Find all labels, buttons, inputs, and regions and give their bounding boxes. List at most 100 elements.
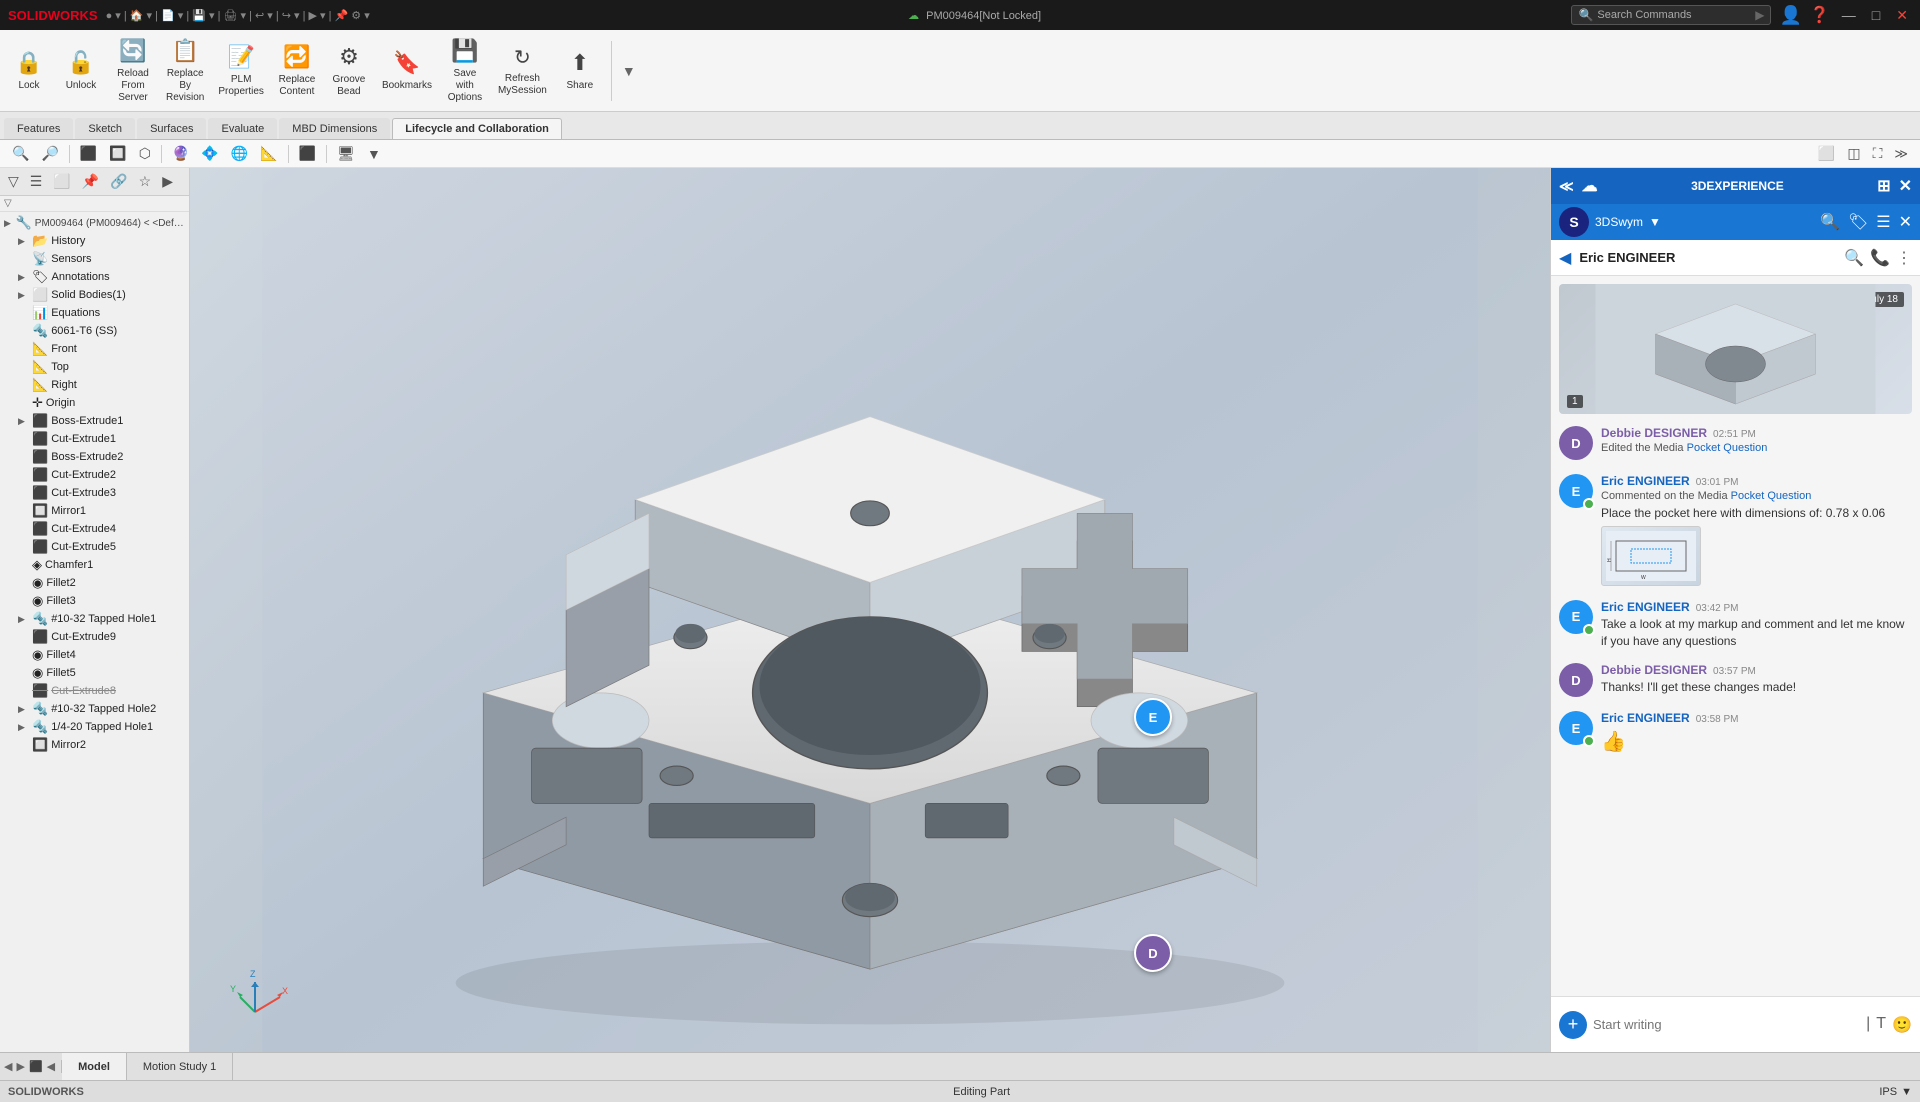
tree-item-chamfer1[interactable]: ◈ Chamfer1 (0, 556, 189, 574)
replace-content-button[interactable]: 🔁 Replace Content (272, 39, 322, 102)
tree-item-solid-bodies[interactable]: ▶ ⬜ Solid Bodies(1) (0, 286, 189, 304)
maximize-button[interactable]: □ (1868, 7, 1884, 23)
tree-item-equations[interactable]: 📊 Equations (0, 304, 189, 322)
bookmarks-button[interactable]: 🔖 Bookmarks (376, 45, 438, 97)
panel-search2-icon[interactable]: 🔍 (1844, 248, 1864, 268)
floating-user-avatar[interactable]: E (1134, 698, 1172, 736)
unlock-button[interactable]: 🔓 Unlock (56, 45, 106, 97)
tree-item-cut-extrude8[interactable]: ⬛ Cut-Extrude8 (0, 682, 189, 700)
panel-close-icon[interactable]: ✕ (1899, 176, 1912, 196)
tree-item-tapped-hole3[interactable]: ▶ 🔩 1/4-20 Tapped Hole1 (0, 718, 189, 736)
tree-root-item[interactable]: ▶ 🔧 PM009464 (PM009464) < <Default_Phot (0, 214, 189, 232)
split-view-horiz-icon[interactable]: ⬜ (1814, 143, 1839, 164)
tree-list-icon[interactable]: ☰ (26, 171, 47, 192)
panel-grid-icon[interactable]: ⊞ (1877, 176, 1890, 196)
tree-expand-icon[interactable]: ▶ (158, 171, 177, 192)
tree-item-mirror1[interactable]: 🔲 Mirror1 (0, 502, 189, 520)
tree-item-origin[interactable]: ✛ Origin (0, 394, 189, 412)
tree-item-boss-extrude2[interactable]: ⬛ Boss-Extrude2 (0, 448, 189, 466)
search-commands-box[interactable]: 🔍 Search Commands ▶ (1571, 5, 1771, 25)
tree-item-mirror2[interactable]: 🔲 Mirror2 (0, 736, 189, 754)
view-dropdown-icon[interactable]: 🖥 (333, 143, 359, 164)
tree-item-fillet5[interactable]: ◉ Fillet5 (0, 664, 189, 682)
panel-close2-icon[interactable]: ✕ (1899, 212, 1912, 232)
tree-item-fillet3[interactable]: ◉ Fillet3 (0, 592, 189, 610)
tree-item-top[interactable]: 📐 Top (0, 358, 189, 376)
fullscreen-icon[interactable]: ⛶ (1869, 143, 1887, 164)
split-view-vert-icon[interactable]: ◫ (1843, 143, 1864, 164)
lights-icon[interactable]: 💠 (197, 143, 222, 164)
floating-user2-avatar[interactable]: D (1134, 934, 1172, 972)
tree-item-cut-extrude3[interactable]: ⬛ Cut-Extrude3 (0, 484, 189, 502)
panel-menu-icon[interactable]: ☰ (1876, 212, 1890, 232)
tree-item-tapped-hole2[interactable]: ▶ 🔩 #10-32 Tapped Hole2 (0, 700, 189, 718)
tree-item-material[interactable]: 🔩 6061-T6 (SS) (0, 322, 189, 340)
panel-phone-icon[interactable]: 📞 (1870, 248, 1890, 268)
tree-filter-icon[interactable]: ▽ (4, 171, 23, 192)
tree-item-history[interactable]: ▶ 📂 History (0, 232, 189, 250)
tab-features[interactable]: Features (4, 118, 73, 139)
tab-scroll-right-icon[interactable]: ▶ (16, 1060, 24, 1073)
tree-item-tapped-hole1[interactable]: ▶ 🔩 #10-32 Tapped Hole1 (0, 610, 189, 628)
tab-home-icon[interactable]: ⬛ (29, 1060, 43, 1073)
tree-pin-icon[interactable]: 📌 (78, 171, 103, 192)
msg-link-2[interactable]: Pocket Question (1731, 490, 1812, 502)
video-thumbnail[interactable]: Thursday, July 18 ▶ 1 (1559, 284, 1912, 414)
share-button[interactable]: ⬆ Share (555, 45, 605, 97)
message-input[interactable] (1593, 1017, 1860, 1032)
zoom-area-icon[interactable]: 🔎 (37, 143, 62, 164)
refresh-mysession-button[interactable]: ↻ Refresh MySession (492, 41, 553, 101)
tree-star-icon[interactable]: ☆ (135, 171, 156, 192)
add-attachment-button[interactable]: + (1559, 1011, 1587, 1039)
3d-viewport[interactable]: X Y Z E D (190, 168, 1550, 1052)
hide-show-icon[interactable]: ⬛ (295, 143, 320, 164)
tree-item-annotations[interactable]: ▶ 🏷 Annotations (0, 268, 189, 286)
panel-more-icon[interactable]: ⋮ (1896, 248, 1912, 268)
tab-model[interactable]: Model (62, 1053, 127, 1080)
tree-item-front[interactable]: 📐 Front (0, 340, 189, 358)
emoji-icon[interactable]: 🙂 (1892, 1015, 1912, 1035)
view-section-icon[interactable]: 🔲 (105, 143, 130, 164)
lock-button[interactable]: 🔒 Lock (4, 45, 54, 97)
user-avatar-icon[interactable]: 👤 (1779, 5, 1801, 26)
tree-item-cut-extrude9[interactable]: ⬛ Cut-Extrude9 (0, 628, 189, 646)
tree-item-cut-extrude4[interactable]: ⬛ Cut-Extrude4 (0, 520, 189, 538)
tab-mbd-dimensions[interactable]: MBD Dimensions (279, 118, 390, 139)
tab-evaluate[interactable]: Evaluate (208, 118, 277, 139)
close-button[interactable]: ✕ (1892, 7, 1912, 24)
rotate-icon[interactable]: 🔮 (168, 143, 193, 164)
tab-motion-study[interactable]: Motion Study 1 (127, 1053, 233, 1080)
panel-search-icon[interactable]: 🔍 (1820, 212, 1840, 232)
save-with-options-button[interactable]: 💾 Save with Options (440, 33, 490, 108)
text-format-icon[interactable]: T (1876, 1015, 1886, 1035)
tab-sketch[interactable]: Sketch (75, 118, 135, 139)
minimize-button[interactable]: — (1838, 7, 1860, 23)
msg-link-1[interactable]: Pocket Question (1687, 442, 1768, 454)
tab-scroll-left-icon[interactable]: ◀ (4, 1060, 12, 1073)
zoom-to-fit-icon[interactable]: 🔍 (8, 143, 33, 164)
tree-item-fillet2[interactable]: ◉ Fillet2 (0, 574, 189, 592)
platform-dropdown-icon[interactable]: ▼ (1649, 215, 1661, 229)
tab-scroll3-icon[interactable]: ◀ (47, 1060, 55, 1073)
tree-flat-icon[interactable]: ⬜ (49, 171, 74, 192)
scene-icon[interactable]: 📐 (256, 143, 281, 164)
view-disp-icon[interactable]: ⬡ (135, 143, 155, 164)
plm-properties-button[interactable]: 📝 PLM Properties (212, 39, 270, 102)
tree-item-fillet4[interactable]: ◉ Fillet4 (0, 646, 189, 664)
tree-item-boss-extrude1[interactable]: ▶ ⬛ Boss-Extrude1 (0, 412, 189, 430)
tree-link-icon[interactable]: 🔗 (106, 171, 131, 192)
view-more-icon[interactable]: ▼ (363, 144, 385, 164)
groove-bead-button[interactable]: ⚙ Groove Bead (324, 39, 374, 102)
tree-item-cut-extrude1[interactable]: ⬛ Cut-Extrude1 (0, 430, 189, 448)
dropdown-arrow[interactable]: ▼ (622, 63, 636, 79)
replace-by-revision-button[interactable]: 📋 Replace By Revision (160, 33, 210, 108)
help-icon[interactable]: ❓ (1810, 5, 1830, 25)
units-dropdown-icon[interactable]: ▼ (1901, 1086, 1912, 1098)
tree-item-sensors[interactable]: 📡 Sensors (0, 250, 189, 268)
tree-item-cut-extrude5[interactable]: ⬛ Cut-Extrude5 (0, 538, 189, 556)
tree-item-right[interactable]: 📐 Right (0, 376, 189, 394)
panel-back-icon[interactable]: ◀ (1559, 248, 1571, 268)
appearance-icon[interactable]: 🌐 (227, 143, 252, 164)
reload-from-server-button[interactable]: 🔄 Reload From Server (108, 33, 158, 108)
panel-bookmark-icon[interactable]: 🏷 (1848, 212, 1868, 232)
